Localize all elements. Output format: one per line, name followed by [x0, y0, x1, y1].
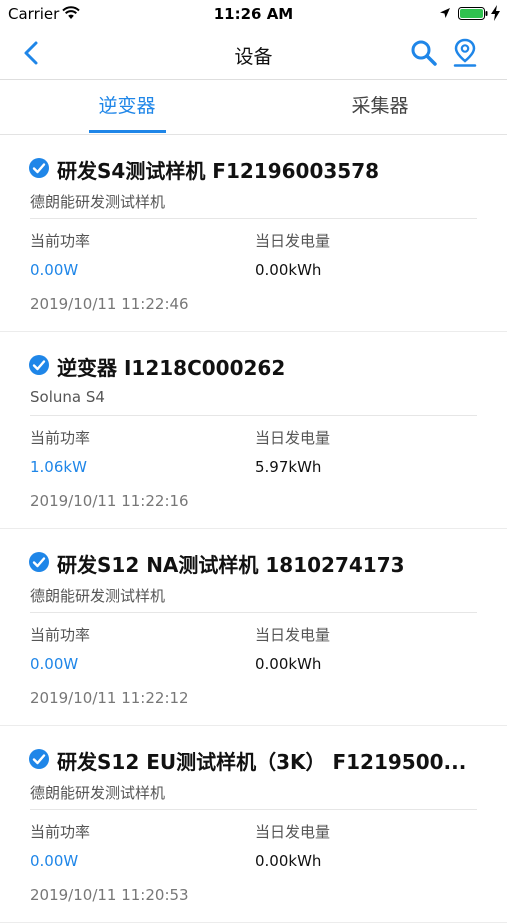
- search-icon[interactable]: [410, 39, 438, 67]
- current-power-value: 0.00W: [30, 655, 79, 673]
- daily-energy-value: 5.97kWh: [255, 458, 322, 476]
- current-power-value: 0.00W: [30, 852, 79, 870]
- daily-energy-label: 当日发电量: [255, 232, 331, 250]
- battery-icon: [458, 7, 488, 20]
- current-power-value: 0.00W: [30, 261, 79, 279]
- daily-energy-value: 0.00kWh: [255, 655, 322, 673]
- device-card[interactable]: 逆变器 I1218C000262 Soluna S4 当前功率 当日发电量 1.…: [0, 332, 507, 529]
- clock: 11:26 AM: [213, 5, 294, 23]
- update-timestamp: 2019/10/11 11:22:46: [30, 295, 189, 313]
- device-name: 逆变器 I1218C000262: [57, 356, 286, 380]
- current-power-label: 当前功率: [30, 626, 91, 644]
- daily-energy-label: 当日发电量: [255, 429, 331, 447]
- location-arrow-icon: [440, 8, 450, 18]
- device-name: 研发S4测试样机 F12196003578: [57, 159, 380, 183]
- device-subtitle: 德朗能研发测试样机: [30, 784, 166, 802]
- tab-collector[interactable]: 采集器: [253, 80, 507, 134]
- check-circle-icon: [29, 355, 49, 375]
- map-pin-icon[interactable]: [452, 38, 478, 68]
- divider: [30, 612, 477, 613]
- current-power-value: 1.06kW: [30, 458, 87, 476]
- daily-energy-value: 0.00kWh: [255, 261, 322, 279]
- device-name: 研发S12 NA测试样机 1810274173: [57, 553, 405, 577]
- device-list: 研发S4测试样机 F12196003578 德朗能研发测试样机 当前功率 当日发…: [0, 135, 507, 923]
- device-subtitle: 德朗能研发测试样机: [30, 587, 166, 605]
- device-card[interactable]: 研发S12 EU测试样机（3K） F1219500... 德朗能研发测试样机 当…: [0, 726, 507, 923]
- current-power-label: 当前功率: [30, 232, 91, 250]
- current-power-label: 当前功率: [30, 823, 91, 841]
- update-timestamp: 2019/10/11 11:20:53: [30, 886, 189, 904]
- divider: [30, 218, 477, 219]
- update-timestamp: 2019/10/11 11:22:12: [30, 689, 189, 707]
- device-card[interactable]: 研发S12 NA测试样机 1810274173 德朗能研发测试样机 当前功率 当…: [0, 529, 507, 726]
- device-type-tabs: 逆变器 采集器: [0, 80, 507, 135]
- charging-bolt-icon: [491, 5, 500, 21]
- device-subtitle: 德朗能研发测试样机: [30, 193, 166, 211]
- divider: [30, 809, 477, 810]
- status-bar: Carrier 11:26 AM: [0, 0, 507, 28]
- daily-energy-label: 当日发电量: [255, 626, 331, 644]
- divider: [30, 415, 477, 416]
- update-timestamp: 2019/10/11 11:22:16: [30, 492, 189, 510]
- device-subtitle: Soluna S4: [30, 388, 105, 406]
- check-circle-icon: [29, 749, 49, 769]
- device-name: 研发S12 EU测试样机（3K） F1219500...: [57, 750, 467, 774]
- active-tab-indicator: [89, 130, 166, 133]
- daily-energy-label: 当日发电量: [255, 823, 331, 841]
- check-circle-icon: [29, 552, 49, 572]
- navigation-bar: 设备: [0, 28, 507, 80]
- device-card[interactable]: 研发S4测试样机 F12196003578 德朗能研发测试样机 当前功率 当日发…: [0, 135, 507, 332]
- check-circle-icon: [29, 158, 49, 178]
- daily-energy-value: 0.00kWh: [255, 852, 322, 870]
- tab-inverter[interactable]: 逆变器: [0, 80, 254, 134]
- current-power-label: 当前功率: [30, 429, 91, 447]
